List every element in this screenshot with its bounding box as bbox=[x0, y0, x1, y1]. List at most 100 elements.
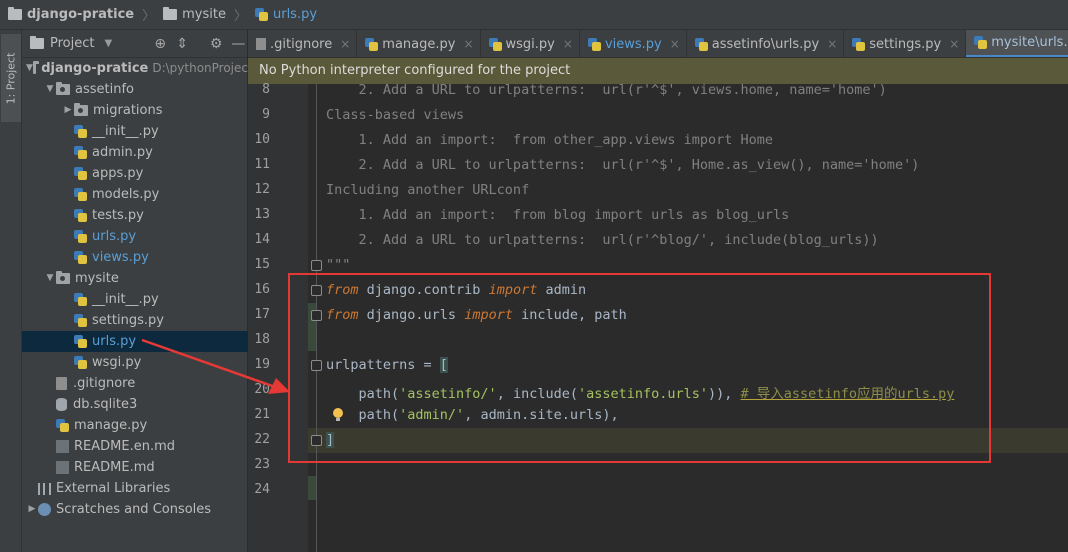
tree-item-label: django-pratice bbox=[41, 61, 149, 76]
project-panel-header: Project ▼ ⊕ ⇕ ⚙ — bbox=[22, 30, 247, 58]
close-icon[interactable]: × bbox=[340, 37, 350, 51]
chevron-down-icon[interactable]: ▼ bbox=[104, 38, 112, 49]
tree-item-label: db.sqlite3 bbox=[73, 397, 138, 412]
project-tool-tab[interactable]: 1: Project bbox=[1, 34, 21, 122]
collapse-all-icon[interactable]: ⇕ bbox=[174, 36, 190, 52]
tree-item[interactable]: apps.py bbox=[22, 163, 248, 184]
breadcrumb-separator: 〉 bbox=[142, 9, 156, 24]
python-file-icon bbox=[254, 8, 268, 21]
tab-label: settings.py bbox=[869, 36, 942, 52]
line-number: 22 bbox=[254, 432, 270, 447]
line-number: 11 bbox=[254, 157, 270, 172]
code-line: 2. Add a URL to urlpatterns: url(r'^$', … bbox=[326, 82, 887, 98]
tree-item[interactable]: models.py bbox=[22, 184, 248, 205]
editor-tab[interactable]: .gitignore × bbox=[248, 30, 358, 57]
python-file-icon bbox=[74, 314, 87, 327]
tree-item-label: models.py bbox=[92, 187, 160, 202]
tree-item[interactable]: ▼ mysite bbox=[22, 268, 248, 289]
tree-item-label: README.en.md bbox=[74, 439, 175, 454]
project-view-selector[interactable]: Project bbox=[50, 36, 94, 51]
tree-item[interactable]: settings.py bbox=[22, 310, 248, 331]
python-file-icon bbox=[74, 209, 87, 222]
editor-tab[interactable]: wsgi.py × bbox=[481, 30, 580, 57]
tree-item-label: __init__.py bbox=[92, 124, 159, 139]
tree-item-label: Scratches and Consoles bbox=[56, 502, 212, 517]
breadcrumb-project[interactable]: django-pratice bbox=[8, 7, 134, 22]
package-icon bbox=[56, 271, 70, 284]
editor-tab[interactable]: mysite\urls.py× bbox=[966, 30, 1068, 57]
interpreter-warning-banner[interactable]: No Python interpreter configured for the… bbox=[248, 58, 1068, 84]
code-line: Including another URLconf bbox=[326, 182, 529, 198]
tree-item-label: urls.py bbox=[92, 334, 137, 349]
tree-item-path: D:\pythonProjec bbox=[152, 61, 248, 75]
line-number: 21 bbox=[254, 407, 270, 422]
tree-item-label: External Libraries bbox=[56, 481, 171, 496]
editor-tab[interactable]: views.py × bbox=[580, 30, 687, 57]
tree-item[interactable]: urls.py bbox=[22, 226, 248, 247]
expanded-arrow-icon[interactable]: ▼ bbox=[44, 268, 56, 289]
python-file-icon bbox=[587, 37, 601, 51]
editor-tab[interactable]: manage.py × bbox=[357, 30, 481, 57]
python-file-icon bbox=[74, 146, 87, 159]
close-icon[interactable]: × bbox=[949, 37, 959, 51]
editor-tab[interactable]: settings.py × bbox=[844, 30, 967, 57]
code-line: 1. Add an import: from other_app.views i… bbox=[326, 132, 774, 148]
library-icon bbox=[38, 482, 51, 495]
folder-icon bbox=[8, 7, 22, 20]
tree-item[interactable]: views.py bbox=[22, 247, 248, 268]
folder-icon bbox=[163, 7, 178, 20]
collapsed-arrow-icon[interactable]: ▶ bbox=[62, 100, 74, 121]
expanded-arrow-icon[interactable]: ▼ bbox=[44, 79, 56, 100]
breadcrumb-separator: 〉 bbox=[233, 9, 247, 24]
code-token: 2. Add a URL to urlpatterns: url(r'^$', … bbox=[326, 82, 887, 98]
python-file-icon bbox=[74, 188, 87, 201]
fold-marker-icon[interactable] bbox=[311, 260, 322, 271]
tree-item[interactable]: ▼ assetinfo bbox=[22, 79, 248, 100]
tree-item[interactable]: __init__.py bbox=[22, 289, 248, 310]
tab-label: manage.py bbox=[382, 36, 456, 52]
close-icon[interactable]: × bbox=[827, 37, 837, 51]
breadcrumb: django-pratice 〉 mysite 〉 urls.py bbox=[0, 0, 1068, 30]
python-file-icon bbox=[74, 167, 87, 180]
tree-item-label: tests.py bbox=[92, 208, 144, 223]
tree-item[interactable]: ▶ migrations bbox=[22, 100, 248, 121]
python-file-icon bbox=[74, 335, 87, 348]
tree-item[interactable]: ▶ Scratches and Consoles bbox=[22, 499, 248, 520]
gear-icon[interactable]: ⚙ bbox=[208, 36, 224, 52]
tree-item-label: __init__.py bbox=[92, 292, 159, 307]
code-token: 1. Add an import: from blog import urls … bbox=[326, 207, 790, 223]
line-number: 23 bbox=[254, 457, 270, 472]
tree-item[interactable]: External Libraries bbox=[22, 478, 248, 499]
tree-item[interactable]: manage.py bbox=[22, 415, 248, 436]
line-number: 10 bbox=[254, 132, 270, 147]
editor-tab[interactable]: assetinfo\urls.py × bbox=[687, 30, 845, 57]
tree-item[interactable]: README.md bbox=[22, 457, 248, 478]
python-file-icon bbox=[365, 37, 379, 51]
tree-item[interactable]: __init__.py bbox=[22, 121, 248, 142]
python-file-icon bbox=[74, 293, 87, 306]
close-icon[interactable]: × bbox=[563, 37, 573, 51]
project-panel: Project ▼ ⊕ ⇕ ⚙ — ▼ django-pratice D:\pyth… bbox=[22, 30, 248, 552]
tree-item-label: README.md bbox=[74, 460, 155, 475]
line-number: 17 bbox=[254, 307, 270, 322]
line-number: 13 bbox=[254, 207, 270, 222]
close-icon[interactable]: × bbox=[463, 37, 473, 51]
tree-item[interactable]: ▼ django-pratice D:\pythonProjec bbox=[22, 58, 248, 79]
breadcrumb-folder[interactable]: mysite bbox=[163, 7, 226, 22]
locate-file-icon[interactable]: ⊕ bbox=[152, 36, 168, 52]
line-number: 24 bbox=[254, 482, 270, 497]
tree-item[interactable]: admin.py bbox=[22, 142, 248, 163]
breadcrumb-file[interactable]: urls.py bbox=[254, 7, 317, 22]
tree-item[interactable]: README.en.md bbox=[22, 436, 248, 457]
tree-item-label: assetinfo bbox=[75, 82, 134, 97]
hide-panel-icon[interactable]: — bbox=[230, 36, 246, 52]
annotation-arrow-icon bbox=[141, 338, 290, 394]
python-file-icon bbox=[488, 37, 502, 51]
package-icon bbox=[56, 82, 70, 95]
expanded-arrow-icon[interactable]: ▼ bbox=[26, 58, 33, 79]
close-icon[interactable]: × bbox=[670, 37, 680, 51]
code-line: 1. Add an import: from blog import urls … bbox=[326, 207, 790, 223]
python-file-icon bbox=[694, 37, 708, 51]
tree-item[interactable]: tests.py bbox=[22, 205, 248, 226]
collapsed-arrow-icon[interactable]: ▶ bbox=[26, 499, 38, 520]
